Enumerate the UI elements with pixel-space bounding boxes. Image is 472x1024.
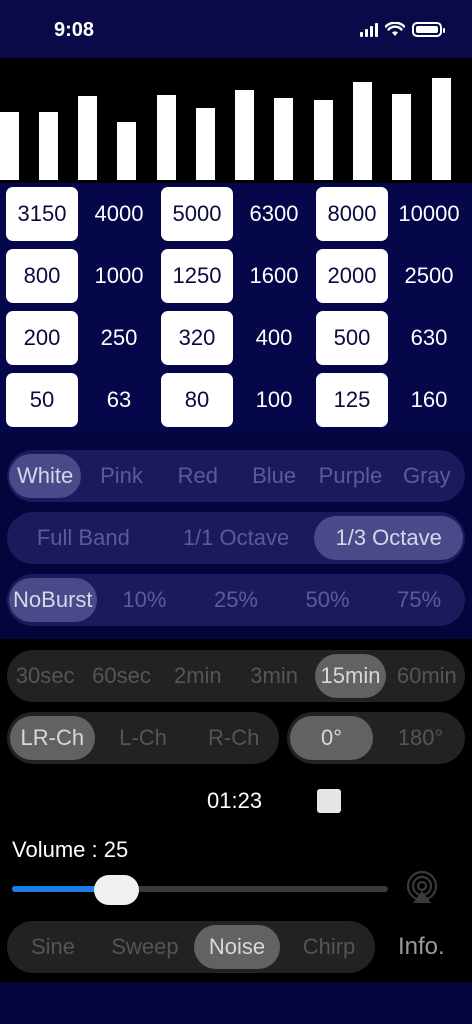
spectrum-bar bbox=[157, 95, 176, 180]
channel-option[interactable]: R-Ch bbox=[191, 716, 276, 760]
bottom-bar bbox=[0, 982, 472, 1024]
frequency-button[interactable]: 4000 bbox=[83, 187, 155, 241]
mode-option[interactable]: Sweep bbox=[102, 925, 188, 969]
duration-option[interactable]: 3min bbox=[239, 654, 309, 698]
noise-color-option[interactable]: Pink bbox=[85, 454, 157, 498]
duration-option[interactable]: 30sec bbox=[10, 654, 80, 698]
spectrum-bar bbox=[0, 112, 19, 180]
elapsed-timer: 01:23 bbox=[207, 788, 263, 813]
mode-option[interactable]: Sine bbox=[10, 925, 96, 969]
spectrum-bar bbox=[274, 98, 293, 180]
channel-selector: LR-Ch L-Ch R-Ch bbox=[7, 712, 279, 764]
spectrum-bar bbox=[117, 122, 136, 180]
frequency-button[interactable]: 2000 bbox=[316, 249, 388, 303]
frequency-button[interactable]: 5000 bbox=[161, 187, 233, 241]
frequency-button[interactable]: 1250 bbox=[161, 249, 233, 303]
frequency-button[interactable]: 63 bbox=[83, 373, 155, 427]
frequency-button[interactable]: 800 bbox=[6, 249, 78, 303]
cellular-signal-icon bbox=[360, 22, 378, 37]
frequency-button[interactable]: 8000 bbox=[316, 187, 388, 241]
duration-option[interactable]: 60sec bbox=[86, 654, 156, 698]
phase-selector: 0° 180° bbox=[287, 712, 465, 764]
burst-option[interactable]: 25% bbox=[192, 578, 280, 622]
frequency-button[interactable]: 10000 bbox=[393, 187, 465, 241]
band-option[interactable]: 1/3 Octave bbox=[314, 516, 464, 560]
volume-slider-fill bbox=[12, 886, 106, 892]
spectrum-bar bbox=[235, 90, 254, 180]
frequency-grid: 3150 4000 5000 6300 8000 10000 800 1000 1250 1600… bbox=[0, 183, 472, 433]
burst-option[interactable]: 10% bbox=[101, 578, 189, 622]
phase-option[interactable]: 180° bbox=[379, 716, 462, 760]
burst-option[interactable]: 75% bbox=[375, 578, 463, 622]
noise-color-option[interactable]: Purple bbox=[314, 454, 386, 498]
burst-selector: NoBurst 10% 25% 50% 75% bbox=[7, 574, 465, 626]
frequency-button[interactable]: 80 bbox=[161, 373, 233, 427]
noise-color-option[interactable]: Red bbox=[162, 454, 234, 498]
wifi-icon bbox=[385, 22, 405, 36]
duration-option[interactable]: 2min bbox=[163, 654, 233, 698]
duration-selector: 30sec 60sec 2min 3min 15min 60min bbox=[7, 650, 465, 702]
spectrum-bar bbox=[314, 100, 333, 180]
frequency-button[interactable]: 1600 bbox=[238, 249, 310, 303]
frequency-button[interactable]: 320 bbox=[161, 311, 233, 365]
info-button[interactable]: Info. bbox=[398, 933, 445, 961]
frequency-button[interactable]: 1000 bbox=[83, 249, 155, 303]
spectrum-bar bbox=[196, 108, 215, 180]
noise-color-selector: White Pink Red Blue Purple Gray bbox=[7, 450, 465, 502]
spectrum-bar bbox=[39, 112, 58, 180]
burst-option[interactable]: NoBurst bbox=[9, 578, 97, 622]
frequency-button[interactable]: 6300 bbox=[238, 187, 310, 241]
status-time: 9:08 bbox=[54, 19, 95, 41]
mode-selector: Sine Sweep Noise Chirp bbox=[7, 921, 375, 973]
spectrum-bar bbox=[78, 96, 97, 180]
frequency-button[interactable]: 50 bbox=[6, 373, 78, 427]
mode-option[interactable]: Noise bbox=[194, 925, 280, 969]
spectrum-display bbox=[0, 58, 472, 183]
battery-icon bbox=[412, 22, 445, 37]
airplay-icon[interactable] bbox=[405, 870, 439, 904]
frequency-button[interactable]: 3150 bbox=[6, 187, 78, 241]
duration-option[interactable]: 60min bbox=[392, 654, 462, 698]
phase-option[interactable]: 0° bbox=[290, 716, 373, 760]
frequency-button[interactable]: 160 bbox=[393, 373, 465, 427]
noise-color-option[interactable]: White bbox=[9, 454, 82, 498]
frequency-button[interactable]: 200 bbox=[6, 311, 78, 365]
noise-color-option[interactable]: Blue bbox=[238, 454, 310, 498]
frequency-button[interactable]: 125 bbox=[316, 373, 388, 427]
band-option[interactable]: 1/1 Octave bbox=[162, 516, 311, 560]
frequency-button[interactable]: 100 bbox=[238, 373, 310, 427]
status-icons bbox=[360, 22, 445, 37]
volume-label: Volume : 25 bbox=[12, 837, 129, 862]
duration-option[interactable]: 15min bbox=[315, 654, 386, 698]
spectrum-bar bbox=[392, 94, 411, 180]
spectrum-bar bbox=[432, 78, 451, 180]
channel-option[interactable]: LR-Ch bbox=[10, 716, 95, 760]
volume-slider-thumb[interactable] bbox=[94, 875, 139, 905]
band-option[interactable]: Full Band bbox=[9, 516, 158, 560]
frequency-button[interactable]: 2500 bbox=[393, 249, 465, 303]
channel-option[interactable]: L-Ch bbox=[101, 716, 186, 760]
spectrum-bar bbox=[353, 82, 372, 180]
status-bar: 9:08 bbox=[0, 0, 472, 58]
frequency-button[interactable]: 500 bbox=[316, 311, 388, 365]
frequency-button[interactable]: 250 bbox=[83, 311, 155, 365]
band-selector: Full Band 1/1 Octave 1/3 Octave bbox=[7, 512, 465, 564]
stop-button[interactable] bbox=[317, 789, 341, 813]
frequency-button[interactable]: 400 bbox=[238, 311, 310, 365]
volume-slider-track[interactable] bbox=[12, 886, 388, 892]
noise-color-option[interactable]: Gray bbox=[391, 454, 463, 498]
mode-option[interactable]: Chirp bbox=[286, 925, 372, 969]
frequency-button[interactable]: 630 bbox=[393, 311, 465, 365]
burst-option[interactable]: 50% bbox=[284, 578, 372, 622]
